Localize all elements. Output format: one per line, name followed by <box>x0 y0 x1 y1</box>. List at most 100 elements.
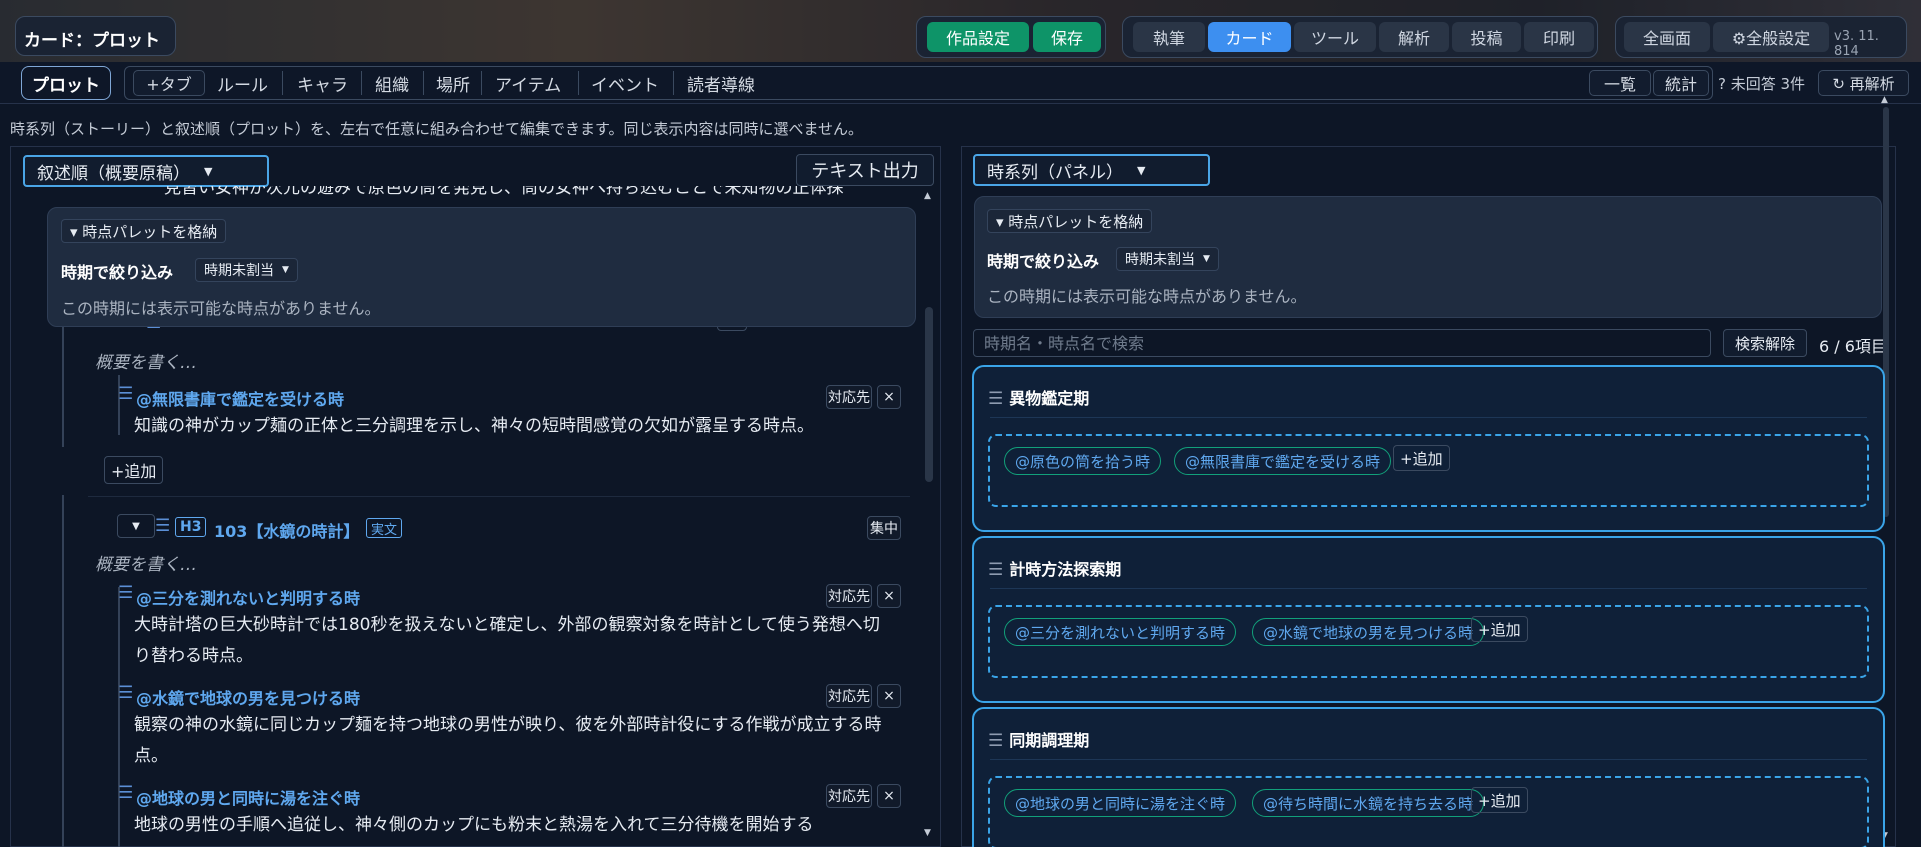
general-settings-button[interactable]: ⚙全般設定 <box>1713 22 1829 52</box>
tree-line <box>62 495 64 847</box>
chapter-sketch-placeholder[interactable]: 概要を書く… <box>95 348 197 373</box>
palette-empty-message: この時期には表示可能な時点がありません。 <box>61 299 381 318</box>
scroll-down-icon[interactable]: ▼ <box>924 828 931 838</box>
drag-handle-icon[interactable]: ☰ <box>118 683 133 703</box>
mode-post[interactable]: 投稿 <box>1452 22 1521 52</box>
status-badge: 実文 <box>366 518 403 538</box>
drag-handle-icon[interactable]: ☰ <box>118 783 133 803</box>
tab-rules[interactable]: ルール <box>213 70 272 96</box>
tab-divider <box>673 71 674 95</box>
add-time-point-button[interactable]: +追加 <box>1393 445 1450 471</box>
close-icon[interactable]: × <box>877 584 901 608</box>
add-time-point-button[interactable]: +追加 <box>1471 616 1528 642</box>
drag-handle-icon[interactable]: ☰ <box>118 384 133 404</box>
drag-handle-icon[interactable]: ☰ <box>988 560 1003 580</box>
chevron-down-icon: ▼ <box>282 265 289 275</box>
stats-button[interactable]: 統計 <box>1653 70 1709 96</box>
palette-filter-label: 時期で絞り込み <box>987 252 1100 271</box>
period-drop-zone[interactable]: @原色の筒を拾う時 @無限書庫で鑑定を受ける時 +追加 <box>988 434 1869 507</box>
left-view-select[interactable]: 叙述順（概要原稿） ▼ <box>23 155 269 187</box>
period-title[interactable]: ☰ 同期調理期 <box>988 727 1089 751</box>
work-settings-button[interactable]: 作品設定 <box>927 22 1029 52</box>
drag-handle-icon[interactable]: ☰ <box>155 516 170 536</box>
tab-organizations[interactable]: 組織 <box>371 70 413 96</box>
palette-period-select[interactable]: 時期未割当 ▼ <box>195 258 298 282</box>
add-event-button[interactable]: +追加 <box>104 456 164 484</box>
mode-tools[interactable]: ツール <box>1294 22 1376 52</box>
period-title[interactable]: ☰ 計時方法探索期 <box>988 556 1121 580</box>
period-search-input[interactable] <box>973 329 1711 357</box>
reanalyze-button[interactable]: ↻ 再解析 <box>1818 70 1909 96</box>
link-target-button[interactable]: 対応先 <box>826 385 872 409</box>
palette-collapse-button[interactable]: ▾ 時点パレットを格納 <box>987 209 1153 233</box>
mode-print[interactable]: 印刷 <box>1524 22 1594 52</box>
scroll-up-icon[interactable]: ▲ <box>924 191 931 201</box>
chapter-title[interactable]: 103【水鏡の時計】 <box>214 518 359 542</box>
right-view-select-value: 時系列（パネル） <box>987 162 1123 183</box>
time-point-chip[interactable]: @待ち時間に水鏡を持ち去る時 <box>1252 789 1485 817</box>
event-title[interactable]: @水鏡で地球の男を見つける時 <box>136 685 360 709</box>
close-icon[interactable]: × <box>877 385 901 409</box>
time-point-chip[interactable]: @地球の男と同時に湯を注ぐ時 <box>1004 789 1237 817</box>
right-view-select[interactable]: 時系列（パネル） ▼ <box>973 154 1210 186</box>
tab-divider <box>361 71 362 95</box>
save-button[interactable]: 保存 <box>1033 22 1101 52</box>
tab-items[interactable]: アイテム <box>491 70 565 96</box>
mode-card[interactable]: カード <box>1208 22 1291 52</box>
event-body[interactable]: 大時計塔の巨大砂時計では180秒を扱えないと確定し、外部の観察対象を時計として使… <box>134 610 894 672</box>
project-actions-group: 作品設定 保存 <box>916 16 1106 58</box>
unanswered-count[interactable]: ? 未回答 3件 <box>1718 73 1805 94</box>
event-body[interactable]: 知識の神がカップ麺の正体と三分調理を示し、神々の短時間感覚の欠如が露呈する時点。 <box>134 411 894 442</box>
period-drop-zone[interactable]: @三分を測れないと判明する時 @水鏡で地球の男を見つける時 +追加 <box>988 605 1869 678</box>
time-point-chip[interactable]: @水鏡で地球の男を見つける時 <box>1252 618 1485 646</box>
tab-characters[interactable]: キャラ <box>293 70 352 96</box>
time-point-chip[interactable]: @無限書庫で鑑定を受ける時 <box>1174 447 1392 475</box>
palette-period-select[interactable]: 時期未割当 ▼ <box>1116 247 1219 271</box>
event-body[interactable]: 観察の神の水鏡に同じカップ麺を持つ地球の男性が映り、彼を外部時計役にする作戦が成… <box>134 710 894 772</box>
left-scrollbar-thumb[interactable] <box>925 307 933 482</box>
tab-reader-guide[interactable]: 読者導線 <box>683 70 759 96</box>
search-clear-button[interactable]: 検索解除 <box>1723 329 1807 357</box>
tree-line <box>62 307 64 447</box>
add-time-point-button[interactable]: +追加 <box>1471 787 1528 813</box>
focus-button[interactable]: 集中 <box>867 516 901 540</box>
link-target-button[interactable]: 対応先 <box>826 784 872 808</box>
time-point-chip[interactable]: @原色の筒を拾う時 <box>1004 447 1162 475</box>
drag-handle-icon[interactable]: ☰ <box>118 583 133 603</box>
fullscreen-button[interactable]: 全画面 <box>1624 22 1710 52</box>
period-drop-zone[interactable]: @地球の男と同時に湯を注ぐ時 @待ち時間に水鏡を持ち去る時 +追加 <box>988 776 1869 847</box>
tab-events[interactable]: イベント <box>587 70 663 96</box>
period-card[interactable]: ☰ 同期調理期 @地球の男と同時に湯を注ぐ時 @待ち時間に水鏡を持ち去る時 +追加 <box>972 707 1885 847</box>
event-title[interactable]: @無限書庫で鑑定を受ける時 <box>136 386 344 410</box>
link-target-button[interactable]: 対応先 <box>826 684 872 708</box>
period-card[interactable]: ☰ 計時方法探索期 @三分を測れないと判明する時 @水鏡で地球の男を見つける時 +… <box>972 536 1885 703</box>
left-pane: 叙述順（概要原稿） ▼ テキスト出力 見習い女神が次元の遊みで原色の筒を発見し、… <box>10 146 941 847</box>
mode-write[interactable]: 執筆 <box>1133 22 1205 52</box>
period-card[interactable]: ☰ 異物鑑定期 @原色の筒を拾う時 @無限書庫で鑑定を受ける時 +追加 <box>972 365 1885 532</box>
palette-collapse-button[interactable]: ▾ 時点パレットを格納 <box>61 219 227 243</box>
scroll-up-icon[interactable]: ▲ <box>1881 95 1888 105</box>
tab-bar: プロット +タブ ルール キャラ 組織 場所 アイテム イベント 読者導線 一覧… <box>0 62 1921 104</box>
link-target-button[interactable]: 対応先 <box>826 584 872 608</box>
tab-places[interactable]: 場所 <box>432 70 474 96</box>
mode-analysis[interactable]: 解析 <box>1379 22 1449 52</box>
add-tab-button[interactable]: +タブ <box>133 70 205 96</box>
close-icon[interactable]: × <box>877 784 901 808</box>
event-body[interactable]: 地球の男性の手順へ追従し、神々側のカップにも粉末と熱湯を入れて三分待機を開始する <box>134 810 894 841</box>
period-title[interactable]: ☰ 異物鑑定期 <box>988 385 1089 409</box>
chapter-sketch-placeholder[interactable]: 概要を書く… <box>95 550 197 575</box>
collapse-toggle[interactable]: ▼ <box>117 514 155 538</box>
palette-filter-label: 時期で絞り込み <box>61 263 174 282</box>
time-point-chip[interactable]: @三分を測れないと判明する時 <box>1004 618 1237 646</box>
close-icon[interactable]: × <box>877 684 901 708</box>
drag-handle-icon[interactable]: ☰ <box>988 731 1003 751</box>
drag-handle-icon[interactable]: ☰ <box>988 389 1003 409</box>
tab-plot[interactable]: プロット <box>21 66 111 100</box>
chevron-down-icon: ▼ <box>204 164 213 178</box>
list-button[interactable]: 一覧 <box>1589 70 1651 96</box>
divider <box>990 417 1867 418</box>
event-title[interactable]: @地球の男と同時に湯を注ぐ時 <box>136 785 360 809</box>
event-title[interactable]: @三分を測れないと判明する時 <box>136 585 360 609</box>
text-output-button[interactable]: テキスト出力 <box>796 154 934 186</box>
tab-divider <box>282 71 283 95</box>
